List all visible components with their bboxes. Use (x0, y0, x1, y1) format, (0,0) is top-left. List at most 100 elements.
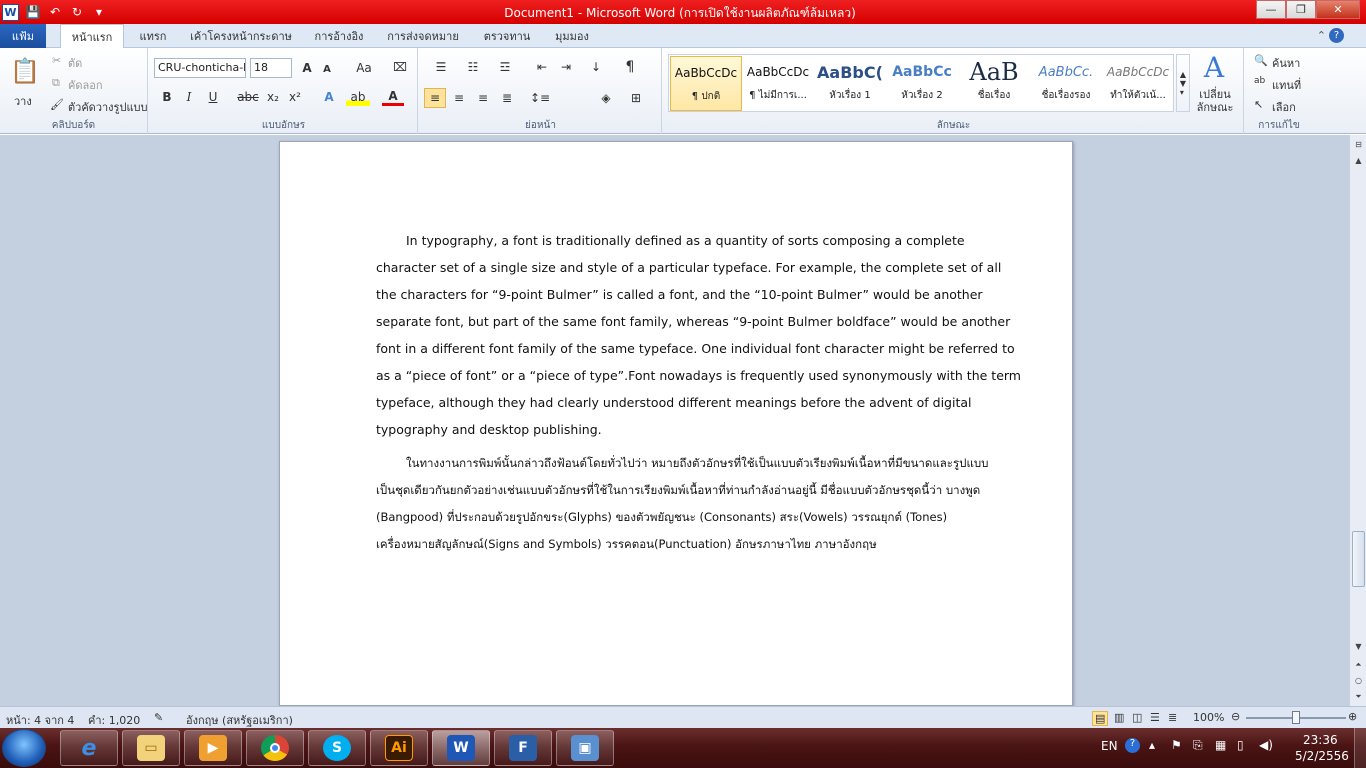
bold-button[interactable]: B (158, 88, 176, 106)
select-button[interactable]: เลือก (1272, 98, 1296, 116)
browse-object-icon[interactable]: ○ (1351, 673, 1366, 688)
taskbar-flash[interactable]: F (494, 730, 552, 766)
redo-icon[interactable]: ↻ (69, 4, 85, 20)
increase-indent-icon[interactable]: ⇥ (556, 58, 576, 76)
select-icon[interactable]: ↖ (1254, 98, 1263, 111)
justify-icon[interactable]: ≣ (496, 88, 518, 108)
tab-mailings[interactable]: การส่งจดหมาย (380, 24, 466, 48)
tab-insert[interactable]: แทรก (130, 24, 176, 48)
scroll-down-icon[interactable]: ▼ (1351, 639, 1366, 654)
change-case-button[interactable]: Aa (350, 60, 378, 76)
format-painter-button[interactable]: ตัวคัดวางรูปแบบ (68, 98, 148, 116)
help-tray-icon[interactable]: ? (1125, 738, 1140, 753)
numbering-icon[interactable]: ☷ (460, 58, 486, 76)
usb-icon[interactable]: ⎘ (1193, 738, 1203, 753)
shrink-font-button[interactable]: A (320, 62, 334, 76)
customize-qat-icon[interactable]: ▾ (91, 4, 107, 20)
font-color-icon[interactable]: A (382, 88, 404, 106)
highlight-color-icon[interactable]: ab (346, 88, 370, 106)
tab-page-layout[interactable]: เค้าโครงหน้ากระดาษ (186, 24, 296, 48)
font-size-field[interactable]: 18 (250, 58, 292, 78)
paste-label[interactable]: วาง (14, 92, 32, 110)
language-indicator[interactable]: อังกฤษ (สหรัฐอเมริกา) (186, 711, 293, 729)
next-page-icon[interactable]: ⏷ (1351, 689, 1366, 704)
text-effects-icon[interactable]: A (318, 88, 340, 106)
previous-page-icon[interactable]: ⏶ (1351, 657, 1366, 672)
align-right-icon[interactable]: ≡ (472, 88, 494, 108)
vertical-scrollbar[interactable]: ⊟ ▲ ▼ ⏶ ○ ⏷ (1349, 135, 1366, 706)
word-count[interactable]: คำ: 1,020 (88, 711, 140, 729)
subscript-button[interactable]: x₂ (264, 88, 282, 106)
taskbar-word[interactable]: W (432, 730, 490, 766)
tab-view[interactable]: มุมมอง (544, 24, 600, 48)
grow-font-button[interactable]: A (298, 60, 316, 76)
tab-references[interactable]: การอ้างอิง (306, 24, 372, 48)
word-app-icon[interactable]: W (2, 3, 19, 21)
tab-review[interactable]: ตรวจทาน (476, 24, 538, 48)
battery-icon[interactable]: ▯ (1237, 738, 1244, 752)
print-layout-icon[interactable]: ▤ (1092, 711, 1109, 726)
align-center-icon[interactable]: ≡ (448, 88, 470, 108)
volume-icon[interactable]: ◀) (1259, 738, 1273, 752)
style-title[interactable]: AaB ชื่อเรื่อง (958, 56, 1030, 111)
save-icon[interactable]: 💾 (25, 4, 41, 20)
taskbar-chrome[interactable] (246, 730, 304, 766)
style-subtle-emphasis[interactable]: AaBbCcDc ทำให้ตัวเน้... (1102, 56, 1174, 111)
clear-formatting-icon[interactable]: ⌧ (390, 58, 410, 76)
minimize-button[interactable]: — (1256, 0, 1286, 19)
change-styles-button[interactable]: เปลี่ยน ลักษณะ (1192, 88, 1238, 114)
outline-icon[interactable]: ☰ (1150, 711, 1160, 724)
taskbar-illustrator[interactable]: Ai (370, 730, 428, 766)
network-icon[interactable]: ▦ (1215, 738, 1226, 752)
taskbar-remote-desktop[interactable]: ▣ (556, 730, 614, 766)
scroll-thumb[interactable] (1352, 531, 1365, 587)
replace-icon[interactable]: ab (1254, 76, 1265, 86)
style-normal[interactable]: AaBbCcDc ¶ ปกติ (670, 56, 742, 111)
multilevel-list-icon[interactable]: ☲ (492, 58, 518, 76)
maximize-button[interactable]: ❐ (1286, 0, 1316, 19)
underline-button[interactable]: U (204, 88, 222, 106)
start-button[interactable] (2, 729, 46, 767)
scroll-up-icon[interactable]: ▲ (1351, 153, 1366, 168)
ruler-toggle-icon[interactable]: ⊟ (1351, 137, 1366, 152)
proofing-icon[interactable]: ✎ (154, 711, 163, 724)
find-icon[interactable]: 🔍 (1254, 54, 1268, 67)
bullets-icon[interactable]: ☰ (428, 58, 454, 76)
format-painter-icon[interactable]: 🖌 (50, 98, 64, 111)
shading-icon[interactable]: ◈ (594, 88, 618, 108)
cut-button[interactable]: ตัด (68, 54, 82, 72)
full-screen-reading-icon[interactable]: ▥ (1114, 711, 1124, 724)
change-styles-icon[interactable]: A (1196, 51, 1232, 84)
align-left-icon[interactable]: ≡ (424, 88, 446, 108)
page-count[interactable]: หน้า: 4 จาก 4 (6, 711, 74, 729)
superscript-button[interactable]: x² (286, 88, 304, 106)
taskbar-ie[interactable]: e (60, 730, 118, 766)
strikethrough-button[interactable]: abc (236, 88, 260, 106)
clock-date[interactable]: 5/2/2556 (1295, 749, 1349, 763)
zoom-in-icon[interactable]: ⊕ (1348, 710, 1357, 723)
borders-icon[interactable]: ⊞ (624, 88, 648, 108)
style-no-spacing[interactable]: AaBbCcDc ¶ ไม่มีการเ... (742, 56, 814, 111)
close-button[interactable]: ✕ (1316, 0, 1360, 19)
style-subtitle[interactable]: AaBbCc. ชื่อเรื่องรอง (1030, 56, 1102, 111)
action-center-icon[interactable]: ⚑ (1171, 738, 1182, 752)
show-hidden-icons-icon[interactable]: ▴ (1149, 738, 1155, 752)
undo-icon[interactable]: ↶ (47, 4, 63, 20)
copy-button[interactable]: คัดลอก (68, 76, 103, 94)
tab-file[interactable]: แฟ้ม (0, 24, 46, 48)
replace-button[interactable]: แทนที่ (1272, 76, 1301, 94)
zoom-slider-knob[interactable] (1292, 711, 1300, 724)
font-name-field[interactable]: CRU-chonticha-h (154, 58, 246, 78)
zoom-level[interactable]: 100% (1193, 711, 1224, 724)
show-desktop-button[interactable] (1354, 728, 1366, 768)
decrease-indent-icon[interactable]: ⇤ (532, 58, 552, 76)
italic-button[interactable]: I (180, 88, 198, 106)
style-heading-1[interactable]: AaBbC( หัวเรื่อง 1 (814, 56, 886, 111)
find-button[interactable]: ค้นหา (1272, 54, 1300, 72)
document-page[interactable]: In typography, a font is traditionally d… (279, 141, 1073, 706)
sort-icon[interactable]: ↓ (586, 58, 606, 76)
taskbar-explorer[interactable]: ▭ (122, 730, 180, 766)
zoom-out-icon[interactable]: ⊖ (1231, 710, 1240, 723)
paste-icon[interactable]: 📋 (8, 52, 42, 90)
show-marks-button[interactable]: ¶ (620, 58, 640, 76)
